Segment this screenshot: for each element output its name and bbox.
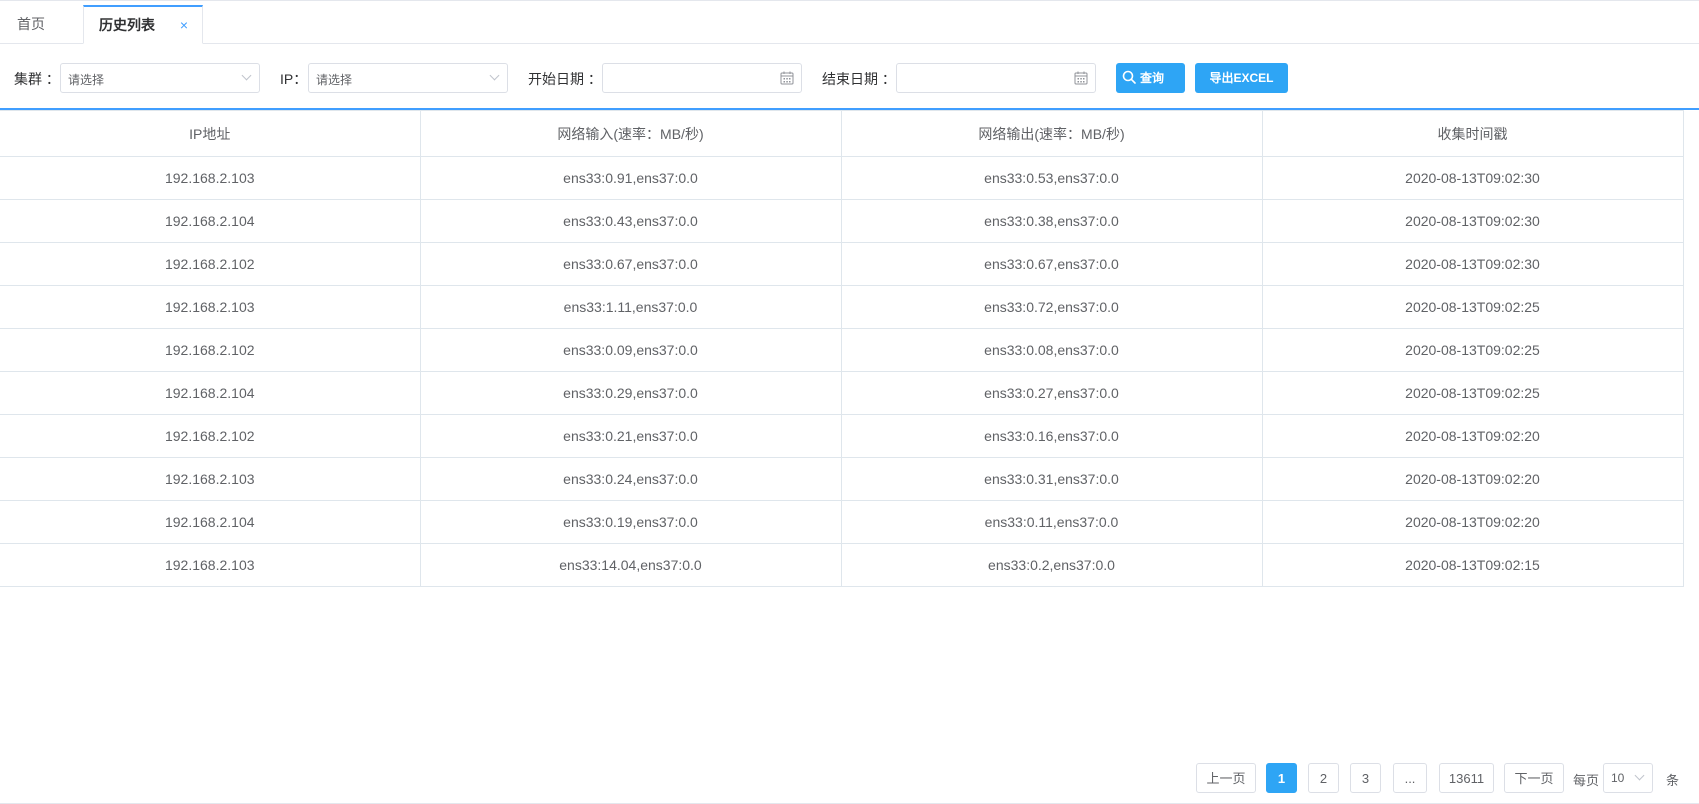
page-button-1[interactable]: 1 xyxy=(1266,763,1297,793)
cell-network-out: ens33:0.72,ens37:0.0 xyxy=(840,285,1263,329)
cell-network-out: ens33:0.53,ens37:0.0 xyxy=(840,156,1263,200)
table-row: 192.168.2.102 ens33:0.21,ens37:0.0 ens33… xyxy=(0,414,1684,458)
chevron-down-icon xyxy=(1634,770,1645,781)
page-size-value: 10 xyxy=(1611,771,1625,785)
cell-network-out: ens33:0.31,ens37:0.0 xyxy=(840,457,1263,501)
table-header-row: IP地址 网络输入(速率：MB/秒) 网络输出(速率：MB/秒) 收集时间戳 xyxy=(0,110,1684,157)
calendar-icon[interactable] xyxy=(1074,71,1088,85)
chevron-down-icon xyxy=(241,70,252,81)
column-header-network-out: 网络输出(速率：MB/秒) xyxy=(840,110,1263,157)
tab-history-list-label: 历史列表 xyxy=(99,17,155,33)
cell-timestamp: 2020-08-13T09:02:25 xyxy=(1261,328,1684,372)
cell-network-out: ens33:0.08,ens37:0.0 xyxy=(840,328,1263,372)
ip-select[interactable]: 请选择 xyxy=(308,63,508,93)
page-size-select[interactable]: 10 xyxy=(1603,763,1653,793)
cell-network-in: ens33:0.09,ens37:0.0 xyxy=(419,328,842,372)
cell-network-out: ens33:0.16,ens37:0.0 xyxy=(840,414,1263,458)
search-icon xyxy=(1122,70,1136,84)
cell-network-in: ens33:0.24,ens37:0.0 xyxy=(419,457,842,501)
cell-timestamp: 2020-08-13T09:02:25 xyxy=(1261,371,1684,415)
table-row: 192.168.2.103 ens33:1.11,ens37:0.0 ens33… xyxy=(0,285,1684,329)
query-button[interactable]: 查询 xyxy=(1116,63,1185,93)
cell-timestamp: 2020-08-13T09:02:20 xyxy=(1261,500,1684,544)
cell-timestamp: 2020-08-13T09:02:30 xyxy=(1261,156,1684,200)
start-date-label: 开始日期 ： xyxy=(528,71,602,87)
table-row: 192.168.2.102 ens33:0.09,ens37:0.0 ens33… xyxy=(0,328,1684,372)
cell-timestamp: 2020-08-13T09:02:25 xyxy=(1261,285,1684,329)
cell-network-out: ens33:0.67,ens37:0.0 xyxy=(840,242,1263,286)
query-button-label: 查询 xyxy=(1140,71,1165,85)
start-date-input[interactable] xyxy=(602,63,802,93)
tab-bar: 首页 历史列表 × xyxy=(0,0,1699,44)
per-page-unit: 条 xyxy=(1666,773,1680,788)
close-icon[interactable]: × xyxy=(180,7,188,43)
cell-timestamp: 2020-08-13T09:02:20 xyxy=(1261,414,1684,458)
cell-network-in: ens33:0.19,ens37:0.0 xyxy=(419,500,842,544)
cell-network-in: ens33:0.67,ens37:0.0 xyxy=(419,242,842,286)
pagination: 上一页 1 2 3 ... 13611 下一页 每页 10 条 xyxy=(0,763,1699,795)
cell-ip: 192.168.2.102 xyxy=(0,242,421,286)
cell-ip: 192.168.2.103 xyxy=(0,285,421,329)
page-button-2[interactable]: 2 xyxy=(1308,763,1339,793)
cluster-select[interactable]: 请选择 xyxy=(60,63,260,93)
cell-timestamp: 2020-08-13T09:02:20 xyxy=(1261,457,1684,501)
cell-network-in: ens33:0.43,ens37:0.0 xyxy=(419,199,842,243)
end-date-input[interactable] xyxy=(896,63,1096,93)
export-excel-button[interactable]: 导出EXCEL xyxy=(1195,63,1288,93)
column-header-ip: IP地址 xyxy=(0,110,421,157)
chevron-down-icon xyxy=(489,70,500,81)
column-header-network-in: 网络输入(速率：MB/秒) xyxy=(419,110,842,157)
cell-network-in: ens33:0.21,ens37:0.0 xyxy=(419,414,842,458)
cell-ip: 192.168.2.102 xyxy=(0,328,421,372)
cell-network-in: ens33:14.04,ens37:0.0 xyxy=(419,543,842,587)
page-button-last[interactable]: 13611 xyxy=(1439,763,1494,793)
cluster-label: 集群 ： xyxy=(14,71,60,87)
prev-page-button[interactable]: 上一页 xyxy=(1196,763,1256,793)
cell-network-out: ens33:0.11,ens37:0.0 xyxy=(840,500,1263,544)
table-row: 192.168.2.103 ens33:0.24,ens37:0.0 ens33… xyxy=(0,457,1684,501)
cell-network-in: ens33:0.29,ens37:0.0 xyxy=(419,371,842,415)
table-scroll-gutter xyxy=(1683,110,1684,156)
calendar-icon[interactable] xyxy=(780,71,794,85)
cell-timestamp: 2020-08-13T09:02:15 xyxy=(1261,543,1684,587)
per-page-label: 每页 xyxy=(1573,773,1600,788)
column-header-timestamp: 收集时间戳 xyxy=(1261,110,1684,157)
cell-ip: 192.168.2.102 xyxy=(0,414,421,458)
table-row: 192.168.2.102 ens33:0.67,ens37:0.0 ens33… xyxy=(0,242,1684,286)
cell-ip: 192.168.2.103 xyxy=(0,543,421,587)
next-page-button[interactable]: 下一页 xyxy=(1504,763,1564,793)
ip-select-placeholder: 请选择 xyxy=(316,73,353,87)
cell-network-out: ens33:0.38,ens37:0.0 xyxy=(840,199,1263,243)
cell-ip: 192.168.2.103 xyxy=(0,156,421,200)
cluster-select-placeholder: 请选择 xyxy=(68,73,105,87)
table-row: 192.168.2.103 ens33:14.04,ens37:0.0 ens3… xyxy=(0,543,1684,587)
cell-network-out: ens33:0.27,ens37:0.0 xyxy=(840,371,1263,415)
cell-ip: 192.168.2.104 xyxy=(0,199,421,243)
filter-bar: 集群 ： 请选择 IP： 请选择 开始日期 ： 结束日期 ： 查询 导出EXCE… xyxy=(0,44,1699,108)
tab-home[interactable]: 首页 xyxy=(0,6,62,42)
cell-ip: 192.168.2.104 xyxy=(0,500,421,544)
cell-network-in: ens33:0.91,ens37:0.0 xyxy=(419,156,842,200)
cell-network-out: ens33:0.2,ens37:0.0 xyxy=(840,543,1263,587)
cell-network-in: ens33:1.11,ens37:0.0 xyxy=(419,285,842,329)
page-ellipsis-button[interactable]: ... xyxy=(1393,763,1427,793)
cell-ip: 192.168.2.103 xyxy=(0,457,421,501)
end-date-label: 结束日期 ： xyxy=(822,71,896,87)
tab-history-list[interactable]: 历史列表 × xyxy=(83,5,203,44)
cell-timestamp: 2020-08-13T09:02:30 xyxy=(1261,242,1684,286)
table-row: 192.168.2.104 ens33:0.19,ens37:0.0 ens33… xyxy=(0,500,1684,544)
history-table: IP地址 网络输入(速率：MB/秒) 网络输出(速率：MB/秒) 收集时间戳 1… xyxy=(0,110,1684,587)
page-button-3[interactable]: 3 xyxy=(1350,763,1381,793)
table-row: 192.168.2.104 ens33:0.43,ens37:0.0 ens33… xyxy=(0,199,1684,243)
ip-label: IP： xyxy=(280,71,308,87)
table-row: 192.168.2.103 ens33:0.91,ens37:0.0 ens33… xyxy=(0,156,1684,200)
cell-ip: 192.168.2.104 xyxy=(0,371,421,415)
table-row: 192.168.2.104 ens33:0.29,ens37:0.0 ens33… xyxy=(0,371,1684,415)
cell-timestamp: 2020-08-13T09:02:30 xyxy=(1261,199,1684,243)
